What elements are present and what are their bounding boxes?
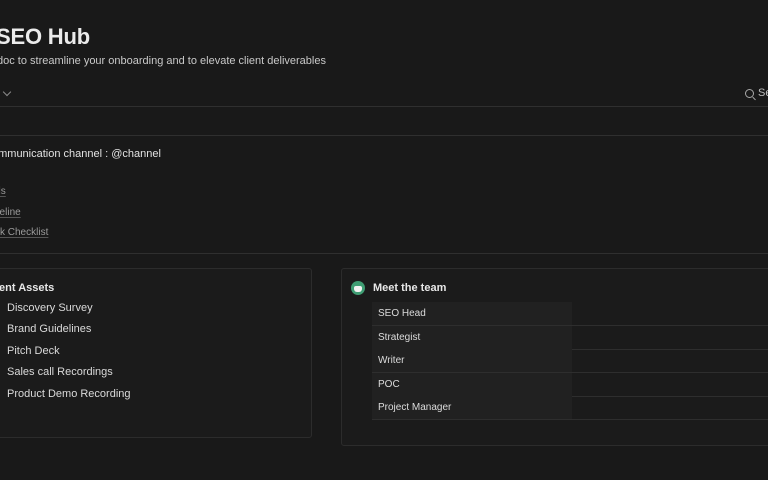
- asset-item-pitch-deck[interactable]: Pitch Deck: [7, 345, 60, 357]
- asset-item-discovery-survey[interactable]: Discovery Survey: [7, 302, 93, 314]
- team-role-label: Project Manager: [378, 402, 452, 413]
- team-row[interactable]: POC: [372, 373, 768, 397]
- search-icon: [745, 88, 754, 98]
- client-assets-title: ient Assets: [0, 282, 55, 294]
- meet-the-team-title: Meet the team: [373, 282, 447, 294]
- team-row[interactable]: Project Manager: [372, 396, 768, 420]
- divider: [0, 253, 768, 254]
- link-task-checklist[interactable]: sk Checklist: [0, 227, 48, 238]
- team-row[interactable]: SEO Head: [372, 302, 768, 326]
- team-role-label: Strategist: [378, 332, 421, 343]
- team-row[interactable]: Strategist: [372, 326, 768, 350]
- team-role-label: SEO Head: [378, 308, 426, 319]
- team-role-label: Writer: [378, 355, 405, 366]
- divider: [0, 135, 768, 136]
- view-selector[interactable]: e: [0, 87, 12, 99]
- search-button[interactable]: Se: [745, 87, 768, 99]
- page-title: SEO Hub: [0, 24, 90, 49]
- link-timeline[interactable]: neline: [0, 207, 21, 218]
- channel-text: ommunication channel : @channel: [0, 148, 161, 160]
- chevron-down-icon: [2, 87, 12, 96]
- search-label: Se: [758, 87, 768, 99]
- coffee-cup-icon: [351, 281, 365, 295]
- asset-item-brand-guidelines[interactable]: Brand Guidelines: [7, 323, 91, 335]
- team-role-label: POC: [378, 379, 400, 390]
- page-subtitle: doc to streamline your onboarding and to…: [0, 55, 326, 67]
- divider: [0, 106, 768, 107]
- asset-item-product-demo-recording[interactable]: Product Demo Recording: [7, 388, 131, 400]
- asset-item-sales-call-recordings[interactable]: Sales call Recordings: [7, 366, 113, 378]
- team-row[interactable]: Writer: [372, 349, 768, 373]
- link-goals[interactable]: als: [0, 186, 6, 197]
